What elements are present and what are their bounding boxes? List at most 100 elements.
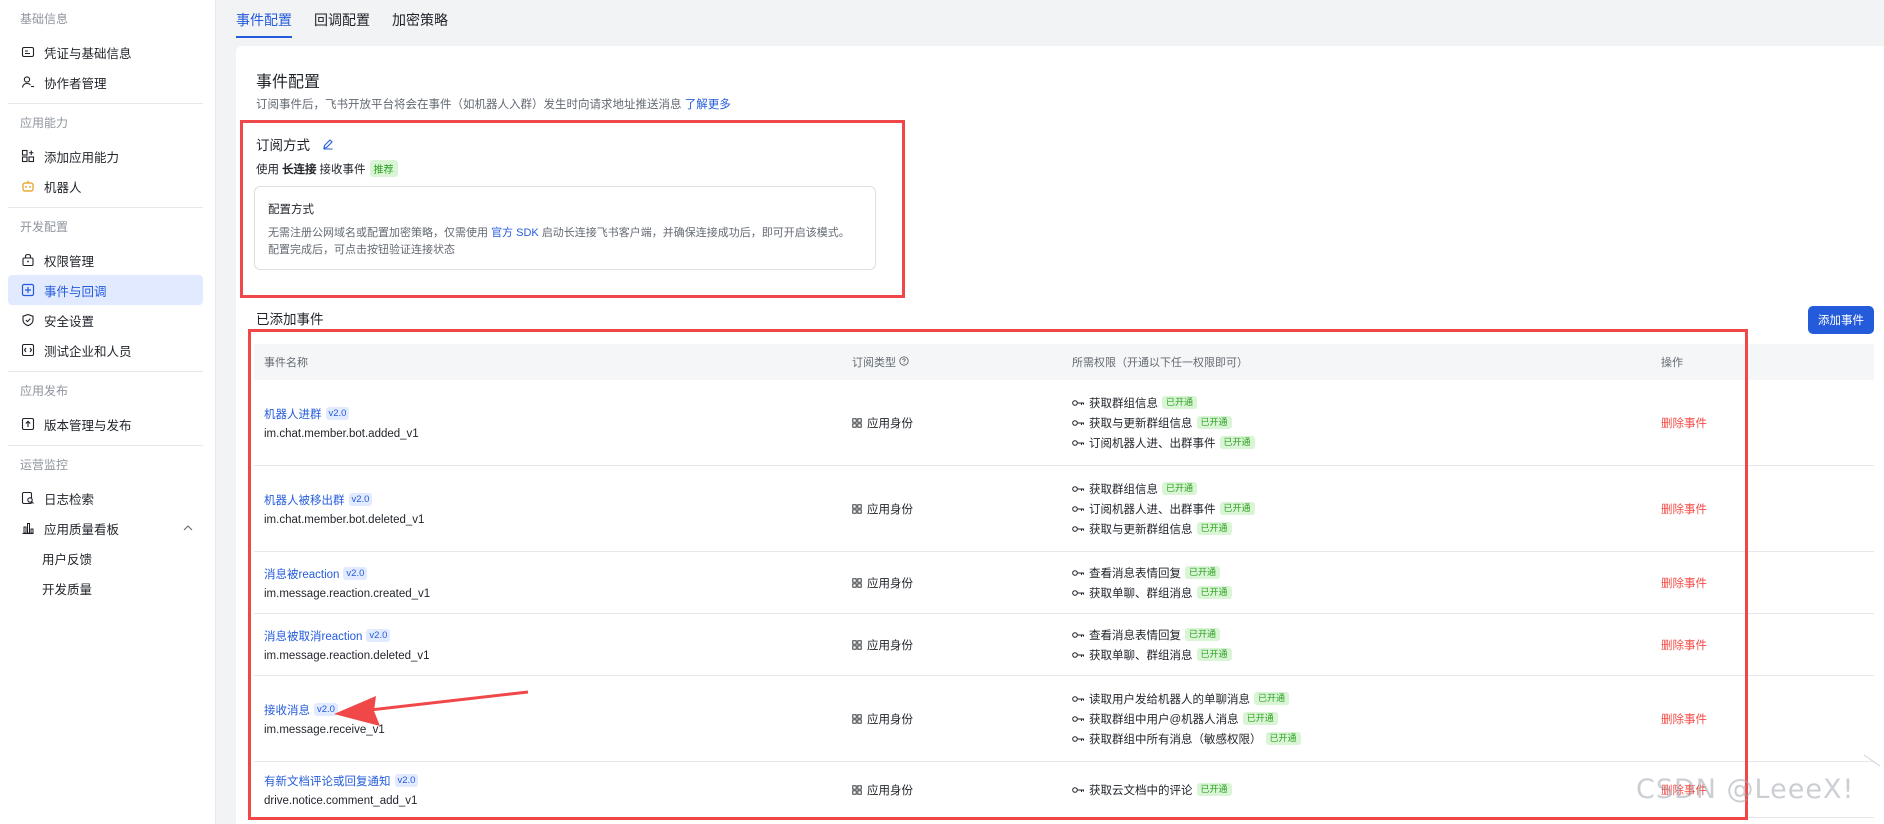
tab[interactable]: 事件配置: [236, 10, 292, 40]
sidebar-item-label: 版本管理与发布: [44, 418, 132, 433]
learn-more-link[interactable]: 了解更多: [685, 99, 731, 111]
event-icon: [20, 282, 36, 298]
sidebar-group-title: 应用能力: [20, 116, 69, 130]
permission-item: 获取群组信息 已开通: [1072, 479, 1651, 499]
sidebar-item[interactable]: 应用质量看板: [8, 513, 203, 543]
lock-icon: [20, 252, 36, 268]
enabled-badge: 已开通: [1196, 648, 1232, 661]
key-icon: [1072, 485, 1085, 493]
subscribe-title: 订阅方式: [256, 134, 334, 154]
sidebar-item[interactable]: 事件与回调: [8, 275, 203, 305]
actions-cell: 删除事件: [1651, 575, 1874, 591]
permissions-cell: 查看消息表情回复 已开通 获取单聊、群组消息 已开通: [1062, 625, 1651, 665]
sidebar-item[interactable]: 版本管理与发布: [8, 409, 203, 439]
sidebar-item[interactable]: 开发质量: [8, 573, 203, 603]
delete-event-button[interactable]: 删除事件: [1661, 785, 1707, 797]
sidebar-group: 应用发布 版本管理与发布: [8, 372, 203, 446]
table-row: 接收消息 v2.0 im.message.receive_v1 应用身份 读取用户发给机…: [254, 676, 1874, 762]
subscribe-type-cell: 应用身份: [842, 415, 1062, 431]
tab[interactable]: 回调配置: [314, 10, 370, 40]
id-card-icon: [20, 44, 36, 60]
sidebar-item[interactable]: 测试企业和人员: [8, 335, 203, 365]
enabled-badge: 已开通: [1265, 732, 1301, 745]
event-name-cell: 有新文档评论或回复通知 v2.0 drive.notice.comment_add_…: [254, 773, 842, 807]
subscribe-mode: 长连接: [282, 163, 317, 176]
sidebar-item-label: 凭证与基础信息: [44, 46, 132, 61]
event-name-link[interactable]: 有新文档评论或回复通知 v2.0: [264, 773, 842, 789]
sidebar-group-title: 开发配置: [20, 220, 69, 234]
permission-item: 获取与更新群组信息 已开通: [1072, 413, 1651, 433]
event-name-link[interactable]: 消息被reaction v2.0: [264, 566, 842, 582]
sidebar-group: 应用能力添加应用能力 机器人: [8, 104, 203, 208]
added-events-title: 已添加事件: [256, 312, 324, 327]
page-description: 订阅事件后，飞书开放平台将会在事件（如机器人入群）发生时向请求地址推送消息 了解…: [256, 99, 731, 111]
tab[interactable]: 加密策略: [392, 10, 448, 40]
subscribe-mode-line: 使用 长连接 接收事件 推荐: [256, 160, 398, 177]
sidebar-group-title: 基础信息: [20, 12, 69, 26]
sidebar-item[interactable]: 权限管理: [8, 245, 203, 275]
official-sdk-link[interactable]: 官方 SDK: [491, 227, 539, 239]
subscribe-type-cell: 应用身份: [842, 711, 1062, 727]
table-header: 事件名称 订阅类型 所需权限（开通以下任一权限即可） 操作: [254, 344, 1874, 380]
enabled-badge: 已开通: [1196, 416, 1232, 429]
permissions-cell: 查看消息表情回复 已开通 获取单聊、群组消息 已开通: [1062, 563, 1651, 603]
version-badge: v2.0: [343, 567, 368, 580]
enabled-badge: 已开通: [1162, 482, 1198, 495]
actions-cell: 删除事件: [1651, 711, 1874, 727]
sidebar-item-label: 权限管理: [44, 254, 95, 269]
permission-item: 获取单聊、群组消息 已开通: [1072, 645, 1651, 665]
subscribe-type-cell: 应用身份: [842, 637, 1062, 653]
apps-add-icon: [20, 148, 36, 164]
key-icon: [1072, 715, 1085, 723]
edit-icon[interactable]: [322, 138, 334, 150]
key-icon: [1072, 525, 1085, 533]
delete-event-button[interactable]: 删除事件: [1661, 418, 1707, 430]
enabled-badge: 已开通: [1196, 586, 1232, 599]
key-icon: [1072, 505, 1085, 513]
table-row: 有新文档评论或回复通知 v2.0 drive.notice.comment_add_…: [254, 762, 1874, 818]
add-event-button[interactable]: 添加事件: [1808, 306, 1874, 334]
sidebar-item[interactable]: 协作者管理: [8, 67, 203, 97]
event-name-link[interactable]: 接收消息 v2.0: [264, 702, 842, 718]
event-code: drive.notice.comment_add_v1: [264, 794, 418, 807]
header-event-name: 事件名称: [264, 357, 308, 369]
app-grid-icon: [852, 713, 862, 724]
subscribe-type-cell: 应用身份: [842, 782, 1062, 798]
event-code: im.message.receive_v1: [264, 723, 385, 736]
event-name-cell: 消息被reaction v2.0 im.message.reaction.creat…: [254, 566, 842, 600]
key-icon: [1072, 735, 1085, 743]
page-title: 事件配置: [256, 74, 321, 91]
user-icon: [20, 74, 36, 90]
sidebar-group: 开发配置权限管理事件与回调安全设置测试企业和人员: [8, 208, 203, 372]
chevron-up-icon[interactable]: [183, 523, 193, 534]
event-name-link[interactable]: 消息被取消reaction v2.0: [264, 628, 842, 644]
event-code: im.message.reaction.deleted_v1: [264, 649, 430, 662]
sidebar-item-label: 日志检索: [44, 492, 95, 507]
header-actions: 操作: [1661, 357, 1683, 369]
sidebar-item[interactable]: 日志检索: [8, 483, 203, 513]
sidebar-item-label: 安全设置: [44, 314, 95, 329]
key-icon: [1072, 399, 1085, 407]
delete-event-button[interactable]: 删除事件: [1661, 504, 1707, 516]
sidebar-group-title: 运营监控: [20, 458, 69, 472]
event-code: im.chat.member.bot.deleted_v1: [264, 513, 425, 526]
sidebar-item[interactable]: 安全设置: [8, 305, 203, 335]
event-name-link[interactable]: 机器人被移出群 v2.0: [264, 492, 842, 508]
help-icon[interactable]: [899, 356, 909, 366]
key-icon: [1072, 631, 1085, 639]
enabled-badge: 已开通: [1219, 436, 1255, 449]
sidebar-item[interactable]: 添加应用能力: [8, 141, 203, 171]
app-grid-icon: [852, 417, 862, 428]
table-row: 消息被取消reaction v2.0 im.message.reaction.del…: [254, 614, 1874, 676]
shield-icon: [20, 312, 36, 328]
sidebar-item-label: 协作者管理: [44, 76, 107, 91]
sidebar-item[interactable]: 用户反馈: [8, 543, 203, 573]
sidebar-item[interactable]: 机器人: [8, 171, 203, 201]
event-name-link[interactable]: 机器人进群 v2.0: [264, 406, 842, 422]
sidebar-item[interactable]: 凭证与基础信息: [8, 37, 203, 67]
delete-event-button[interactable]: 删除事件: [1661, 640, 1707, 652]
key-icon: [1072, 419, 1085, 427]
delete-event-button[interactable]: 删除事件: [1661, 714, 1707, 726]
delete-event-button[interactable]: 删除事件: [1661, 578, 1707, 590]
permission-item: 查看消息表情回复 已开通: [1072, 625, 1651, 645]
